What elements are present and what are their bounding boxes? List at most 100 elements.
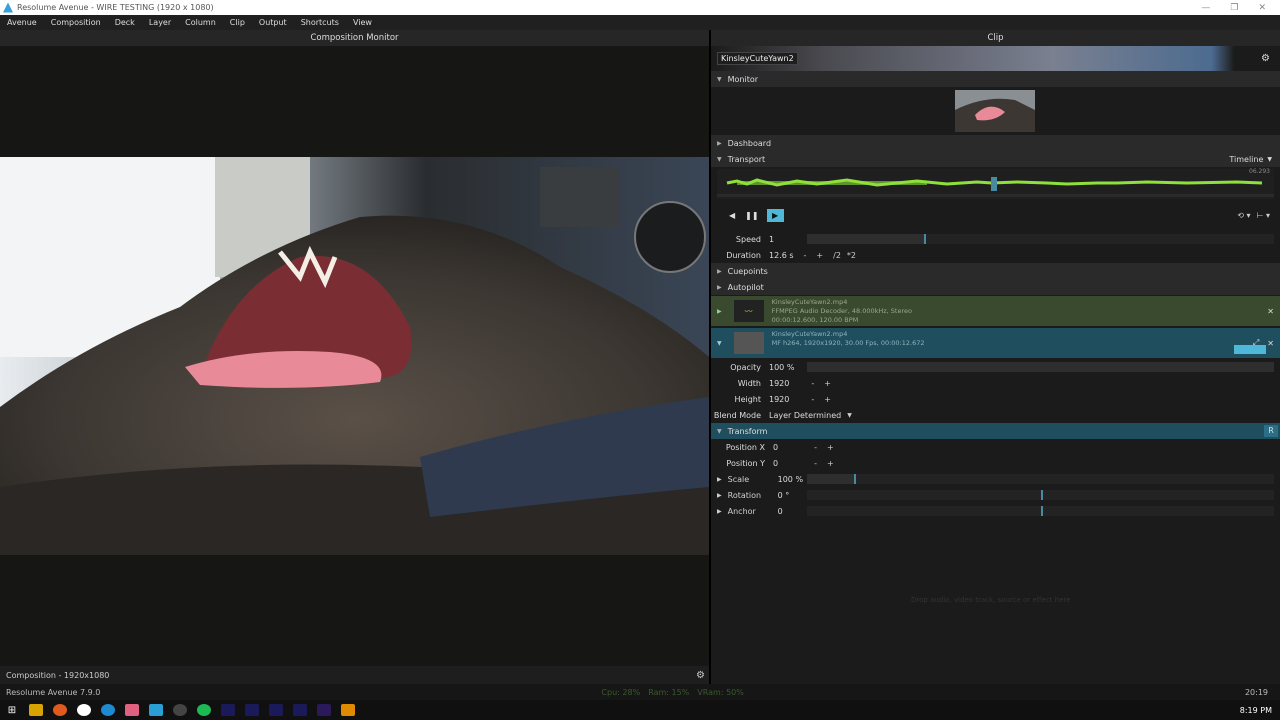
expand-triangle-icon[interactable]: ▼ [717, 340, 722, 347]
maximize-icon[interactable]: ❐ [1230, 3, 1238, 13]
section-transport[interactable]: ▼ Transport Timeline ▼ [711, 151, 1280, 167]
menu-shortcuts[interactable]: Shortcuts [294, 18, 346, 27]
section-monitor[interactable]: ▼ Monitor [711, 71, 1280, 87]
speed-value[interactable]: 1 [769, 235, 774, 244]
wire-icon[interactable] [341, 704, 355, 716]
position-y-row: Position Y 0 - + [711, 455, 1280, 471]
drop-hint: Drop audio, video track, source or effec… [911, 596, 1071, 604]
play-reverse-icon[interactable]: ◀ [729, 211, 735, 220]
minimize-icon[interactable]: — [1201, 3, 1210, 13]
file-explorer-icon[interactable] [29, 704, 43, 716]
section-dashboard[interactable]: ▶ Dashboard [711, 135, 1280, 151]
spotify-icon[interactable] [197, 704, 211, 716]
chevron-down-icon[interactable]: ▼ [1267, 156, 1272, 163]
menu-column[interactable]: Column [178, 18, 223, 27]
close-icon[interactable]: ✕ [1267, 307, 1274, 316]
close-icon[interactable]: ✕ [1267, 339, 1274, 348]
duration-double-button[interactable]: *2 [847, 251, 856, 260]
gear-icon[interactable]: ⚙ [1261, 53, 1270, 64]
title-bar: Resolume Avenue - WIRE TESTING (1920 x 1… [0, 0, 1280, 15]
clip-name-field[interactable]: KinsleyCuteYawn2 [717, 52, 798, 65]
width-value[interactable]: 1920 [769, 379, 789, 388]
transport-mode-dropdown[interactable]: Timeline [1229, 155, 1263, 164]
transform-reset-button[interactable]: R [1264, 425, 1278, 437]
height-minus-button[interactable]: - [811, 395, 814, 404]
opacity-value[interactable]: 100 % [769, 363, 794, 372]
composition-monitor-header: Composition Monitor [0, 30, 709, 46]
media-encoder-icon[interactable] [245, 704, 259, 716]
position-y-plus-button[interactable]: + [827, 459, 834, 468]
media-encoder-icon-2[interactable] [293, 704, 307, 716]
blend-mode-dropdown[interactable]: Layer Determined [769, 411, 841, 420]
audio-track-row[interactable]: ▶ 〰 KinsleyCuteYawn2.mp4 FFMPEG Audio De… [711, 296, 1280, 326]
menu-composition[interactable]: Composition [44, 18, 108, 27]
duration-value[interactable]: 12.6 s [769, 251, 794, 260]
menu-bar: Avenue Composition Deck Layer Column Cli… [0, 15, 1280, 30]
position-y-minus-button[interactable]: - [814, 459, 817, 468]
scale-slider[interactable] [807, 474, 1274, 484]
position-x-plus-button[interactable]: + [827, 443, 834, 452]
section-transform[interactable]: ▼ Transform R [711, 423, 1280, 439]
collapse-triangle-icon[interactable]: ▶ [717, 476, 722, 483]
height-value[interactable]: 1920 [769, 395, 789, 404]
close-icon[interactable]: ✕ [1258, 3, 1266, 13]
video-track-row[interactable]: ▼ KinsleyCuteYawn2.mp4 MF h264, 1920x192… [711, 328, 1280, 358]
height-plus-button[interactable]: + [824, 395, 831, 404]
clip-name-bar: KinsleyCuteYawn2 ⚙ [711, 46, 1280, 71]
position-y-value[interactable]: 0 [773, 459, 778, 468]
composition-footer: Composition - 1920x1080 ⚙ [0, 666, 709, 684]
menu-output[interactable]: Output [252, 18, 294, 27]
menu-clip[interactable]: Clip [223, 18, 252, 27]
duration-plus-button[interactable]: + [816, 251, 823, 260]
firefox-icon[interactable] [53, 704, 67, 716]
menu-deck[interactable]: Deck [108, 18, 142, 27]
beat-snap-icon[interactable]: ⊢ ▾ [1256, 211, 1270, 220]
position-x-minus-button[interactable]: - [814, 443, 817, 452]
chrome-icon[interactable] [77, 704, 91, 716]
scale-value[interactable]: 100 % [778, 475, 803, 484]
windows-start-icon[interactable]: ⊞ [5, 704, 19, 716]
app-icon[interactable] [125, 704, 139, 716]
blend-mode-label: Blend Mode [713, 410, 761, 420]
position-x-value[interactable]: 0 [773, 443, 778, 452]
expand-triangle-icon: ▼ [717, 155, 722, 163]
rotation-slider[interactable] [807, 490, 1274, 500]
taskbar-clock: 8:19 PM [1239, 705, 1272, 715]
width-plus-button[interactable]: + [824, 379, 831, 388]
rgba-channel-toggles[interactable] [1234, 345, 1266, 354]
obs-icon[interactable] [173, 704, 187, 716]
position-x-row: Position X 0 - + [711, 439, 1280, 455]
collapse-triangle-icon[interactable]: ▶ [717, 508, 722, 515]
anchor-label: Anchor [727, 506, 756, 516]
duration-minus-button[interactable]: - [804, 251, 807, 260]
gear-icon[interactable]: ⚙ [696, 670, 705, 681]
section-autopilot[interactable]: ▶ Autopilot [711, 279, 1280, 295]
anchor-slider[interactable] [807, 506, 1274, 516]
rotation-value[interactable]: 0 ° [778, 491, 790, 500]
after-effects-icon[interactable] [221, 704, 235, 716]
chevron-down-icon[interactable]: ▼ [847, 412, 852, 419]
opacity-slider[interactable] [807, 362, 1274, 372]
pause-icon[interactable]: ❚❚ [745, 211, 758, 220]
anchor-value[interactable]: 0 [778, 507, 783, 516]
loop-mode-icon[interactable]: ⟲ ▾ [1237, 211, 1250, 220]
menu-avenue[interactable]: Avenue [0, 18, 44, 27]
speed-slider[interactable] [807, 234, 1274, 244]
after-effects-icon-2[interactable] [269, 704, 283, 716]
position-x-label: Position X [725, 442, 765, 452]
duration-half-button[interactable]: /2 [833, 251, 841, 260]
resolume-taskbar-icon[interactable] [149, 704, 163, 716]
menu-layer[interactable]: Layer [142, 18, 178, 27]
menu-view[interactable]: View [346, 18, 379, 27]
play-icon[interactable]: ▶ [766, 208, 784, 222]
audio-waveform-timeline[interactable]: 06.293 [717, 168, 1274, 199]
edge-icon[interactable] [101, 704, 115, 716]
collapse-triangle-icon[interactable]: ▶ [717, 492, 722, 499]
width-minus-button[interactable]: - [811, 379, 814, 388]
section-cuepoints-label: Cuepoints [727, 266, 768, 276]
expand-triangle-icon: ▼ [717, 75, 722, 83]
premiere-icon[interactable] [317, 704, 331, 716]
section-cuepoints[interactable]: ▶ Cuepoints [711, 263, 1280, 279]
audio-file-name: KinsleyCuteYawn2.mp4 [771, 297, 848, 306]
expand-triangle-icon[interactable]: ▶ [717, 308, 722, 315]
